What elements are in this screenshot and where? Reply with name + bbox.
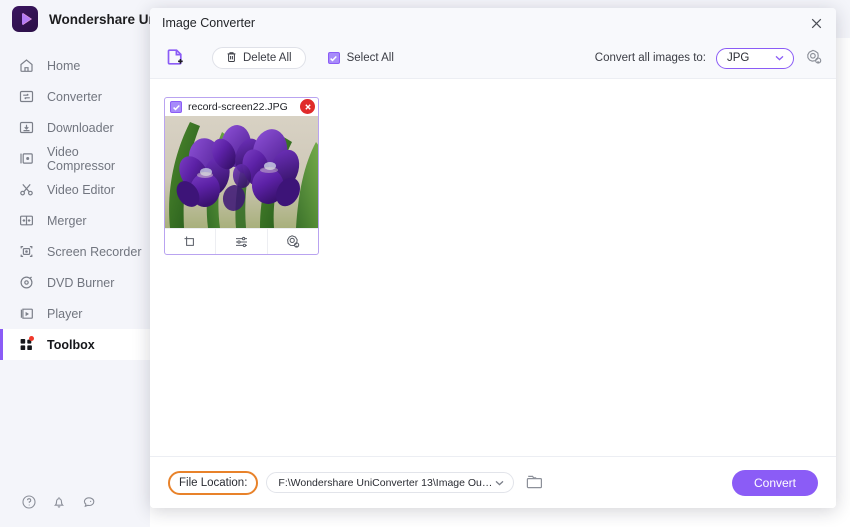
sidebar-item-label: Video Compressor: [47, 144, 116, 173]
application-root: Wondershare UniConverter Home Converter …: [0, 0, 850, 527]
home-icon: [18, 57, 35, 74]
sidebar-item-label: Screen Recorder: [47, 244, 142, 259]
sidebar-bottom-actions: [0, 494, 150, 515]
add-file-icon[interactable]: [164, 46, 188, 70]
convert-button[interactable]: Convert: [732, 469, 818, 496]
output-path-value: F:\Wondershare UniConverter 13\Image Out…: [278, 476, 494, 489]
video-compressor-icon: [18, 150, 35, 167]
file-thumbnail-image: [165, 116, 318, 228]
play-triangle-icon: [22, 13, 31, 25]
file-card-header: record-screen22.JPG: [165, 98, 318, 116]
file-card[interactable]: record-screen22.JPG: [164, 97, 319, 255]
sidebar-item-label: Video Editor: [47, 182, 115, 197]
sidebar-item-label: DVD Burner: [47, 275, 115, 290]
remove-file-icon[interactable]: [300, 99, 315, 114]
folder-icon[interactable]: [525, 473, 545, 493]
convert-all-label: Convert all images to:: [594, 52, 706, 64]
screen-recorder-icon: [18, 243, 35, 260]
dialog-footer: File Location: F:\Wondershare UniConvert…: [150, 456, 836, 508]
converter-icon: [18, 88, 35, 105]
sidebar-nav: Home Converter Downloader Video Compress…: [0, 38, 150, 360]
delete-all-button[interactable]: Delete All: [212, 47, 306, 69]
sidebar-item-player[interactable]: Player: [0, 298, 150, 329]
dialog-toolbar: Delete All Select All Convert all images…: [150, 38, 836, 78]
sidebar: Home Converter Downloader Video Compress…: [0, 38, 150, 527]
wondershare-logo-icon: [12, 6, 38, 32]
player-icon: [18, 305, 35, 322]
help-icon[interactable]: [21, 494, 37, 515]
sidebar-item-video-compressor[interactable]: Video Compressor: [0, 143, 150, 174]
crop-icon[interactable]: [165, 229, 215, 254]
effects-icon[interactable]: [266, 229, 318, 254]
sidebar-item-label: Player: [47, 306, 83, 321]
output-path-select[interactable]: F:\Wondershare UniConverter 13\Image Out…: [266, 472, 515, 493]
toolbar-right-group: Convert all images to: JPG: [595, 38, 824, 78]
file-checkbox[interactable]: [170, 101, 182, 113]
adjust-sliders-icon[interactable]: [215, 229, 266, 254]
sidebar-item-screen-recorder[interactable]: Screen Recorder: [0, 236, 150, 267]
notification-bell-icon[interactable]: [51, 494, 67, 515]
delete-all-label: Delete All: [243, 52, 292, 64]
sidebar-item-toolbox[interactable]: Toolbox: [0, 329, 150, 360]
sidebar-item-dvd-burner[interactable]: DVD Burner: [0, 267, 150, 298]
sidebar-item-home[interactable]: Home: [0, 50, 150, 81]
file-name: record-screen22.JPG: [188, 101, 288, 113]
merger-icon: [18, 212, 35, 229]
image-converter-dialog: Image Converter Delete All Select All Co…: [150, 8, 836, 508]
dialog-header: Image Converter: [150, 8, 836, 38]
chevron-down-icon: [495, 477, 504, 489]
checkbox-checked-icon: [327, 52, 340, 64]
select-all-checkbox[interactable]: Select All: [327, 52, 394, 64]
file-location-label: File Location:: [168, 470, 259, 495]
file-card-actions: [165, 228, 318, 254]
sidebar-item-merger[interactable]: Merger: [0, 205, 150, 236]
close-icon[interactable]: [804, 12, 828, 34]
sidebar-item-label: Home: [47, 58, 81, 73]
file-list-area: record-screen22.JPG: [150, 78, 836, 456]
sidebar-item-label: Merger: [47, 213, 87, 228]
sidebar-item-label: Downloader: [47, 120, 114, 135]
select-all-label: Select All: [346, 52, 394, 64]
sidebar-item-label: Toolbox: [47, 337, 95, 352]
chevron-down-icon: [775, 52, 784, 64]
gear-icon[interactable]: [804, 48, 824, 68]
sidebar-item-label: Converter: [47, 89, 102, 104]
output-format-select[interactable]: JPG: [716, 47, 794, 69]
feedback-icon[interactable]: [81, 494, 97, 515]
notification-badge-dot: [29, 336, 34, 341]
downloader-icon: [18, 119, 35, 136]
output-format-value: JPG: [727, 52, 750, 64]
trash-icon: [226, 51, 237, 66]
dialog-title: Image Converter: [162, 16, 256, 30]
sidebar-item-downloader[interactable]: Downloader: [0, 112, 150, 143]
dvd-burner-icon: [18, 274, 35, 291]
sidebar-item-converter[interactable]: Converter: [0, 81, 150, 112]
video-editor-icon: [18, 181, 35, 198]
sidebar-item-video-editor[interactable]: Video Editor: [0, 174, 150, 205]
